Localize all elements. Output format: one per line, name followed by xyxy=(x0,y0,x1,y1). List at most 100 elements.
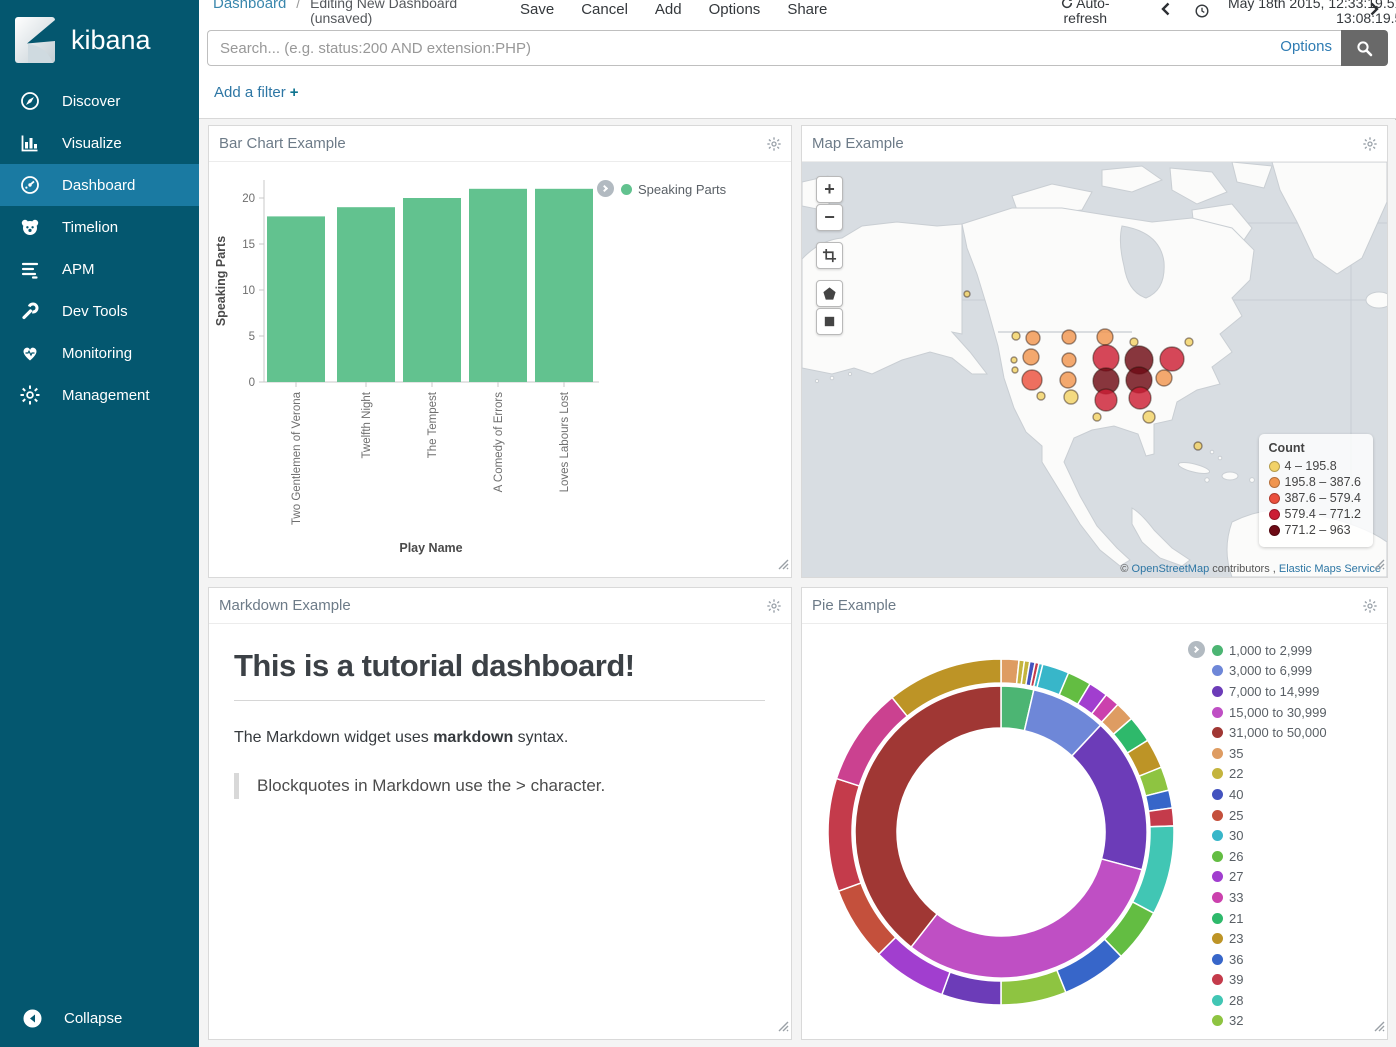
legend-item[interactable]: 39 xyxy=(1212,970,1327,991)
legend-swatch xyxy=(1269,461,1280,472)
sidebar-item-discover[interactable]: Discover xyxy=(0,80,199,122)
fit-data-bounds-button[interactable] xyxy=(816,242,843,269)
legend-toggle-button[interactable] xyxy=(1188,641,1205,658)
legend-item[interactable]: 7,000 to 14,999 xyxy=(1212,681,1327,702)
legend-item[interactable]: 387.6 – 579.4 xyxy=(1269,490,1361,506)
legend-swatch xyxy=(1212,1015,1223,1026)
legend-item[interactable]: 36 xyxy=(1212,949,1327,970)
panel-resize-handle[interactable] xyxy=(1374,1019,1385,1037)
search-button[interactable] xyxy=(1341,30,1388,66)
legend-item[interactable]: 195.8 – 387.6 xyxy=(1269,474,1361,490)
legend-item[interactable]: 23 xyxy=(1212,928,1327,949)
openstreetmap-link[interactable]: OpenStreetMap xyxy=(1132,563,1210,575)
legend-item[interactable]: 32 xyxy=(1212,1011,1327,1032)
add-filter-button[interactable]: Add a filter+ xyxy=(214,84,298,101)
legend-item[interactable]: 1,000 to 2,999 xyxy=(1212,640,1327,661)
legend-item[interactable]: 28 xyxy=(1212,990,1327,1011)
bar-chart-icon xyxy=(19,132,41,154)
panel-resize-handle[interactable] xyxy=(778,557,789,575)
main-area: Dashboard / Editing New Dashboard (unsav… xyxy=(199,0,1396,1047)
sidebar-collapse-button[interactable]: Collapse xyxy=(0,997,199,1039)
add-button[interactable]: Add xyxy=(655,1,682,18)
breadcrumb-dashboard-link[interactable]: Dashboard xyxy=(213,0,286,12)
time-back-chevron[interactable] xyxy=(1159,2,1175,18)
sidebar-item-timelion[interactable]: Timelion xyxy=(0,206,199,248)
svg-text:5: 5 xyxy=(249,331,255,343)
sidebar-item-label: APM xyxy=(62,261,95,278)
breadcrumb: Dashboard / Editing New Dashboard (unsav… xyxy=(213,0,457,26)
polygon-icon xyxy=(822,286,837,301)
legend-swatch xyxy=(1212,665,1223,676)
panel-resize-handle[interactable] xyxy=(778,1019,789,1037)
legend-item[interactable]: 579.4 – 771.2 xyxy=(1269,506,1361,522)
legend-item[interactable]: Speaking Parts xyxy=(621,179,726,200)
legend-swatch xyxy=(1269,477,1280,488)
auto-refresh-button[interactable]: Auto- refresh xyxy=(1061,0,1110,26)
sidebar-item-apm[interactable]: APM xyxy=(0,248,199,290)
legend-item[interactable]: 40 xyxy=(1212,784,1327,805)
legend-item[interactable]: 4 – 195.8 xyxy=(1269,458,1361,474)
legend-label: 25 xyxy=(1229,808,1243,823)
map-content: + − Count 4 – 195. xyxy=(802,162,1387,577)
draw-polygon-button[interactable] xyxy=(816,280,843,307)
apm-lines-icon xyxy=(19,258,41,280)
zoom-out-button[interactable]: − xyxy=(816,204,843,231)
legend-item[interactable]: 33 xyxy=(1212,887,1327,908)
legend-item[interactable]: 26 xyxy=(1212,846,1327,867)
legend-item[interactable]: 771.2 – 963 xyxy=(1269,522,1361,538)
cancel-button[interactable]: Cancel xyxy=(581,1,628,18)
breadcrumb-separator: / xyxy=(296,0,300,11)
time-forward-chevron[interactable] xyxy=(1367,2,1383,18)
panel-gear-button[interactable] xyxy=(1363,137,1377,151)
kibana-logo[interactable]: kibana xyxy=(0,0,199,80)
panel-pie: Pie Example 1,000 to 2,9993,000 to 6,999… xyxy=(801,587,1388,1040)
legend-toggle-button[interactable] xyxy=(597,180,614,197)
wrench-icon xyxy=(19,300,41,322)
sidebar-item-dev-tools[interactable]: Dev Tools xyxy=(0,290,199,332)
options-button[interactable]: Options xyxy=(709,1,761,18)
copyright-symbol: © xyxy=(1120,563,1128,575)
sidebar-item-management[interactable]: Management xyxy=(0,374,199,416)
bar-chart[interactable]: 05101520Two Gentlemen of VeronaTwelfth N… xyxy=(209,162,791,577)
legend-item[interactable]: 21 xyxy=(1212,908,1327,929)
sidebar-item-label: Visualize xyxy=(62,135,122,152)
legend-label: 27 xyxy=(1229,869,1243,884)
svg-text:A Comedy of Errors: A Comedy of Errors xyxy=(493,392,505,493)
legend-item[interactable]: 22 xyxy=(1212,764,1327,785)
legend-item[interactable]: 35 xyxy=(1212,743,1327,764)
legend-label: 1,000 to 2,999 xyxy=(1229,643,1312,658)
legend-label: 28 xyxy=(1229,993,1243,1008)
legend-item[interactable]: 27 xyxy=(1212,867,1327,888)
search-options-link[interactable]: Options xyxy=(1280,38,1332,55)
draw-rectangle-button[interactable] xyxy=(816,308,843,335)
bar-chart-content: 05101520Two Gentlemen of VeronaTwelfth N… xyxy=(209,162,791,577)
legend-label: Speaking Parts xyxy=(638,182,726,197)
dashboard-title: Editing New Dashboard (unsaved) xyxy=(310,0,457,26)
legend-swatch xyxy=(1212,789,1223,800)
panel-gear-button[interactable] xyxy=(767,599,781,613)
legend-item[interactable]: 25 xyxy=(1212,805,1327,826)
elastic-maps-service-link[interactable]: Elastic Maps Service xyxy=(1279,563,1381,575)
sidebar-item-dashboard[interactable]: Dashboard xyxy=(0,164,199,206)
panel-resize-handle[interactable] xyxy=(1374,557,1385,575)
legend-label: 7,000 to 14,999 xyxy=(1229,684,1319,699)
save-button[interactable]: Save xyxy=(520,1,554,18)
legend-item[interactable]: 30 xyxy=(1212,825,1327,846)
panel-title: Markdown Example xyxy=(219,597,767,614)
legend-swatch xyxy=(1269,509,1280,520)
legend-item[interactable]: 3,000 to 6,999 xyxy=(1212,661,1327,682)
sidebar-item-monitoring[interactable]: Monitoring xyxy=(0,332,199,374)
map-controls: + − xyxy=(816,176,843,336)
panel-gear-button[interactable] xyxy=(767,137,781,151)
panel-gear-button[interactable] xyxy=(1363,599,1377,613)
kibana-logo-icon xyxy=(15,17,55,63)
kibana-dashboard-screen: kibana Discover Visualize Dashboard Time… xyxy=(0,0,1396,1047)
legend-swatch xyxy=(1212,954,1223,965)
zoom-in-button[interactable]: + xyxy=(816,176,843,203)
share-button[interactable]: Share xyxy=(787,1,827,18)
legend-swatch xyxy=(621,184,632,195)
legend-item[interactable]: 15,000 to 30,999 xyxy=(1212,702,1327,723)
search-input[interactable] xyxy=(207,30,1341,66)
legend-item[interactable]: 31,000 to 50,000 xyxy=(1212,722,1327,743)
sidebar-item-visualize[interactable]: Visualize xyxy=(0,122,199,164)
